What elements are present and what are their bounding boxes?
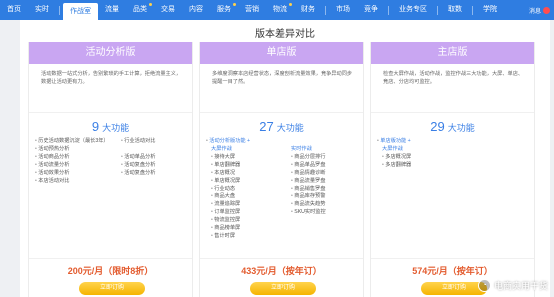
included-plan-features: 单店版功能 + xyxy=(377,138,528,146)
new-dot-icon xyxy=(289,3,292,6)
feature-count: 29 大功能 xyxy=(430,119,475,134)
nav-separator xyxy=(325,5,326,15)
feature-item: 活动单品分析 xyxy=(121,154,155,162)
section-heading: 大屏作战 xyxy=(211,146,232,152)
nav-item[interactable]: 流量 xyxy=(98,0,126,20)
buy-now-button[interactable]: 立即订购 xyxy=(79,282,145,295)
toutiao-logo-icon: ◔ xyxy=(477,279,491,292)
nav-item[interactable]: 服务 xyxy=(210,0,238,20)
divider xyxy=(200,112,363,113)
nav-item[interactable]: 财务 xyxy=(294,0,322,20)
feature-item: 多店概况屏 xyxy=(377,154,411,162)
included-plan-features: 活动分析版功能 + xyxy=(206,138,357,146)
nav-item[interactable]: 市场 xyxy=(329,0,357,20)
feature-item: 行业活动对比 xyxy=(121,138,155,146)
messages-label: 消息 xyxy=(528,8,541,15)
nav-item[interactable]: 作战室 xyxy=(63,3,98,20)
plan-price: 200元/月（限时8折） xyxy=(67,266,154,276)
feature-item: 售计时屏 xyxy=(206,233,240,241)
unread-badge-icon xyxy=(543,6,550,14)
buy-now-button[interactable]: 立即订购 xyxy=(250,282,316,295)
divider xyxy=(29,258,192,259)
divider xyxy=(29,112,192,113)
feature-item: 活动复盘分析 xyxy=(121,162,155,170)
new-dot-icon xyxy=(149,3,152,6)
feature-item: 商品榜单屏 xyxy=(206,225,240,233)
watermark: ◔ 电商实用干货 xyxy=(477,279,548,292)
section-heading: 实时作战 xyxy=(291,146,312,152)
feature-list: 单店版功能 + 大屏作战 多店概况屏多店翻牌器 xyxy=(377,138,528,168)
feature-item: SKU实时监控 xyxy=(286,209,325,217)
plan-card-activity: 活动分析版 活动数据一站式分析，告别繁琐的手工计算，拒绝流量主义，数据让活动更有… xyxy=(28,42,193,297)
feature-item: 本店概况 xyxy=(206,170,240,178)
divider xyxy=(200,258,363,259)
nav-separator xyxy=(59,5,60,15)
top-nav: 首页 实时 作战室 流量 品类 交易 内容 服务 营销 物流 财务 市场 竞争 业务专区 取数 学院 消息 xyxy=(0,0,554,20)
plus-icon: + xyxy=(247,138,251,144)
feature-item: 活动效果分析 xyxy=(35,170,109,178)
feature-item: 本店活动对比 xyxy=(35,178,109,186)
plus-icon: + xyxy=(407,138,411,144)
feature-item: 多店翻牌器 xyxy=(377,162,411,170)
page-title: 版本差异对比 xyxy=(255,29,315,40)
feature-item: 商品流量罗盘 xyxy=(286,178,326,186)
plan-card-single-store: 单店版 多维度洞察本店经营状态，深度剖析流量效果，竞争异动同步提醒一目了然。 2… xyxy=(199,42,364,297)
plan-title: 活动分析版 xyxy=(29,42,192,64)
feature-item: 订单监控屏 xyxy=(206,209,240,217)
plan-description: 多维度洞察本店经营状态，深度剖析流量效果，竞争异动同步提醒一目了然。 xyxy=(212,71,353,85)
plan-title: 主店版 xyxy=(371,42,534,64)
nav-item[interactable]: 物流 xyxy=(266,0,294,20)
feature-count: 27 大功能 xyxy=(259,119,304,134)
plan-title: 单店版 xyxy=(200,42,363,64)
feature-count: 9 大功能 xyxy=(91,119,130,134)
nav-separator xyxy=(388,5,389,15)
feature-item: 单店概况屏 xyxy=(206,178,240,186)
feature-item xyxy=(121,146,155,154)
plan-card-main-store: 主店版 检查大屏作战，活动作战，监控作战三大功能，大屏、单店、竞店、分店均可监控… xyxy=(370,42,535,297)
divider xyxy=(371,258,534,259)
feature-item: 商品单品罗盘 xyxy=(286,162,326,170)
plan-price: 574元/月（按年订） xyxy=(412,266,493,276)
nav-item[interactable]: 取数 xyxy=(441,0,469,20)
feature-item: 单店翻牌器 xyxy=(206,162,240,170)
feature-item: 商品分层排行 xyxy=(286,154,326,162)
nav-item[interactable]: 学院 xyxy=(476,0,504,20)
nav-item[interactable]: 品类 xyxy=(126,0,154,20)
version-comparison-panel: 版本差异对比 活动分析版 活动数据一站式分析，告别繁琐的手工计算，拒绝流量主义，… xyxy=(20,20,550,297)
messages-link[interactable]: 消息 xyxy=(529,0,550,20)
divider xyxy=(371,112,534,113)
feature-item: 历史活动数据沉淀（最长3年） xyxy=(35,138,108,146)
plan-description: 活动数据一站式分析，告别繁琐的手工计算，拒绝流量主义，数据让活动更有力。 xyxy=(41,71,182,85)
feature-item: 活动复盘分析 xyxy=(121,170,155,178)
feature-list: 活动分析版功能 + 大屏作战 接待大屏单店翻牌器本店概况单店概况屏行业动态商品大… xyxy=(206,138,357,239)
feature-item: 接待大屏 xyxy=(206,154,240,162)
nav-item[interactable]: 营销 xyxy=(238,0,266,20)
feature-item: 活动预热分析 xyxy=(35,146,109,154)
feature-item: 活动商品分析 xyxy=(35,154,109,162)
nav-item[interactable]: 内容 xyxy=(182,0,210,20)
new-dot-icon xyxy=(233,3,236,6)
nav-item[interactable]: 首页 xyxy=(0,0,28,20)
nav-item[interactable]: 业务专区 xyxy=(392,0,434,20)
nav-separator xyxy=(472,5,473,15)
plan-price: 433元/月（按年订） xyxy=(241,266,322,276)
feature-item: 物流监控屏 xyxy=(206,217,240,225)
plan-description: 检查大屏作战，活动作战，监控作战三大功能，大屏、单店、竞店、分店均可监控。 xyxy=(383,71,524,85)
nav-separator xyxy=(437,5,438,15)
nav-item[interactable]: 实时 xyxy=(28,0,56,20)
feature-item: 活动流量分析 xyxy=(35,162,109,170)
section-heading: 大屏作战 xyxy=(382,146,403,152)
feature-item: 商品情趣诊断 xyxy=(286,170,326,178)
nav-item[interactable]: 交易 xyxy=(154,0,182,20)
nav-item[interactable]: 竞争 xyxy=(357,0,385,20)
